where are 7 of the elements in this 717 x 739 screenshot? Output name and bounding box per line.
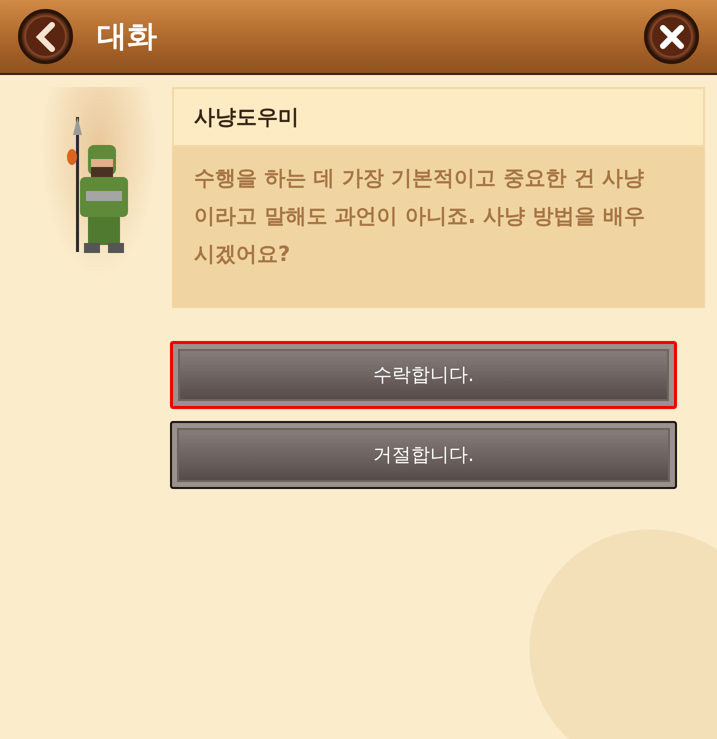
choice-button[interactable]: 수락합니다. bbox=[170, 341, 677, 409]
dialog-text: 수행을 하는 데 가장 기본적이고 중요한 건 사냥이라고 말해도 과언이 아니죠. 사냥 방법을 배우시겠어요? bbox=[193, 165, 646, 268]
choice-button[interactable]: 거절합니다. bbox=[170, 421, 677, 489]
close-icon bbox=[658, 24, 684, 50]
back-icon bbox=[34, 22, 56, 52]
speaker-name: 사냥도우미 bbox=[172, 87, 705, 147]
window-title: 대화 bbox=[97, 18, 158, 56]
